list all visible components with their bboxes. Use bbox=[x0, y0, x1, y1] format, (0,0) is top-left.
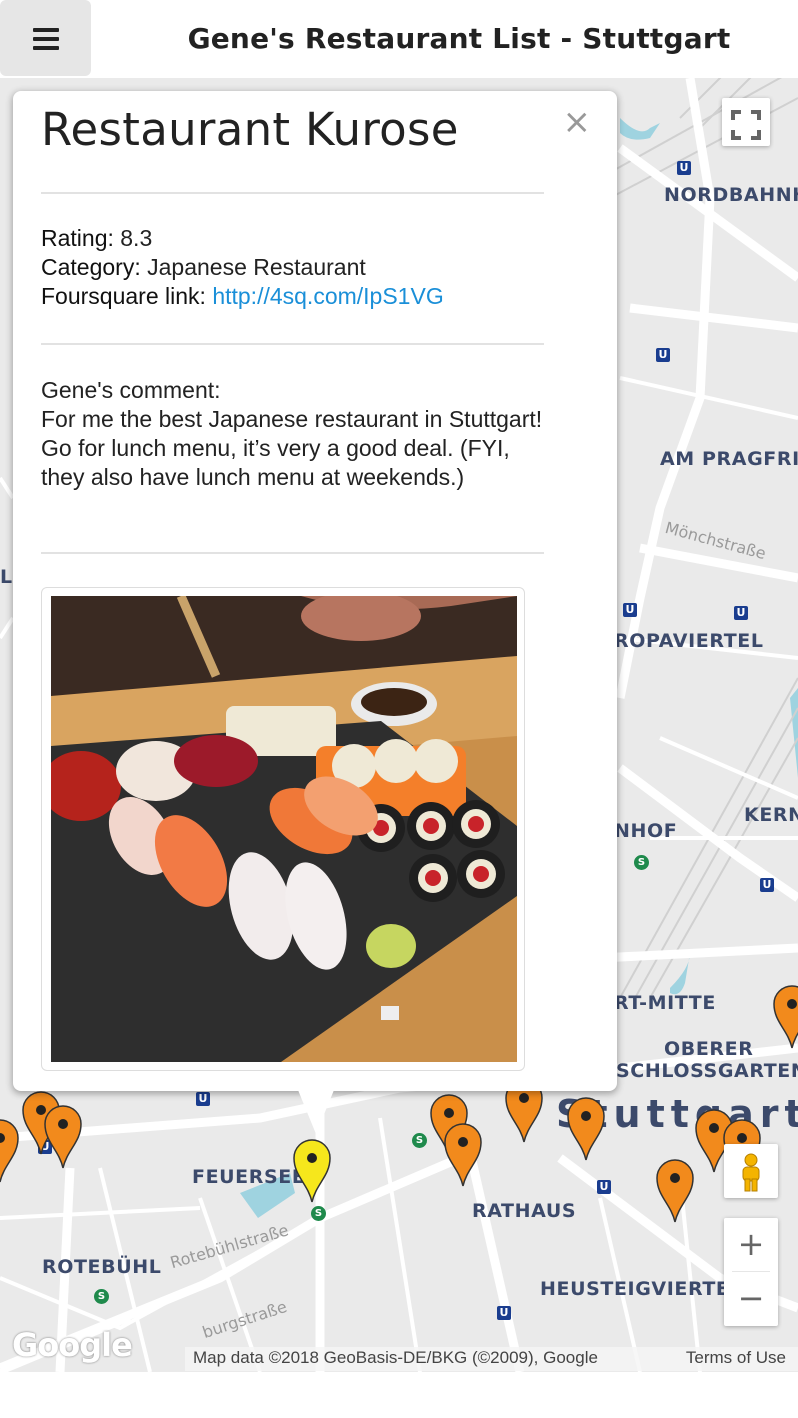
restaurant-marker[interactable] bbox=[443, 1122, 483, 1188]
restaurant-marker[interactable] bbox=[655, 1158, 695, 1224]
foursquare-row: Foursquare link: http://4sq.com/IpS1VG bbox=[41, 282, 551, 311]
ubahn-icon: U bbox=[734, 606, 748, 620]
map-label-nordbahnhof: NORDBAHNH bbox=[664, 184, 798, 206]
map-label-europaviertel: ROPAVIERTEL bbox=[614, 630, 764, 652]
zoom-control: + − bbox=[724, 1218, 778, 1326]
terms-of-use-link[interactable]: Terms of Use bbox=[686, 1347, 786, 1369]
hamburger-icon-bar bbox=[33, 46, 59, 50]
rating-row: Rating: 8.3 bbox=[41, 224, 551, 253]
foursquare-label: Foursquare link: bbox=[41, 283, 206, 309]
restaurant-infowindow: × Restaurant Kurose Rating: 8.3 Category… bbox=[13, 91, 617, 1091]
hamburger-icon-bar bbox=[33, 37, 59, 41]
comment-text: For me the best Japanese restaurant in S… bbox=[41, 406, 543, 490]
map-label-oberer: OBERER bbox=[664, 1038, 754, 1060]
attribution-text: Map data ©2018 GeoBasis-DE/BKG (©2009), … bbox=[193, 1348, 598, 1367]
ubahn-icon: U bbox=[760, 878, 774, 892]
sbahn-icon: S bbox=[412, 1133, 427, 1148]
map-label-kernerviertel: KERN bbox=[744, 804, 798, 826]
ubahn-icon: U bbox=[497, 1306, 511, 1320]
ubahn-icon: U bbox=[656, 348, 670, 362]
app-header: Gene's Restaurant List - Stuttgart bbox=[0, 0, 798, 78]
sbahn-icon: S bbox=[311, 1206, 326, 1221]
google-logo[interactable]: Google bbox=[12, 1326, 133, 1364]
divider bbox=[41, 552, 544, 554]
fullscreen-icon bbox=[731, 109, 761, 140]
page-title: Gene's Restaurant List - Stuttgart bbox=[187, 22, 731, 55]
category-value: Japanese Restaurant bbox=[147, 254, 366, 280]
ubahn-icon: U bbox=[677, 161, 691, 175]
rating-label: Rating: bbox=[41, 225, 114, 251]
divider bbox=[41, 343, 544, 345]
comment-label: Gene's comment: bbox=[41, 377, 221, 403]
rating-value: 8.3 bbox=[120, 225, 153, 251]
restaurant-details: Rating: 8.3 Category: Japanese Restauran… bbox=[41, 224, 551, 311]
sbahn-icon: S bbox=[94, 1289, 109, 1304]
foursquare-link[interactable]: http://4sq.com/IpS1VG bbox=[212, 283, 443, 309]
category-label: Category: bbox=[41, 254, 141, 280]
ubahn-icon: U bbox=[597, 1180, 611, 1194]
ubahn-icon: U bbox=[623, 603, 637, 617]
map-attribution: Map data ©2018 GeoBasis-DE/BKG (©2009), … bbox=[185, 1347, 798, 1371]
close-button[interactable]: × bbox=[557, 101, 598, 143]
map-label-rotebuehl: ROTEBÜHL bbox=[42, 1256, 162, 1278]
ubahn-icon: U bbox=[196, 1092, 210, 1106]
selected-restaurant-marker[interactable] bbox=[292, 1138, 332, 1204]
menu-button[interactable] bbox=[0, 0, 91, 76]
map-label-feuersee: FEUERSEE bbox=[192, 1166, 306, 1188]
map-label-rathaus: RATHAUS bbox=[472, 1200, 577, 1222]
fullscreen-button[interactable] bbox=[722, 98, 770, 146]
hamburger-icon bbox=[33, 28, 59, 32]
divider bbox=[41, 192, 544, 194]
map-label-hauptbahnhof: NHOF bbox=[614, 820, 678, 842]
restaurant-marker[interactable] bbox=[566, 1096, 606, 1162]
category-row: Category: Japanese Restaurant bbox=[41, 253, 551, 282]
pegman-icon bbox=[742, 1153, 760, 1191]
map-label-am-pragfriedhof: AM PRAGFRI bbox=[660, 448, 798, 470]
map-label-schlossgarten: SCHLOSSGARTEN bbox=[616, 1060, 798, 1082]
map-label-heusteigviertel: HEUSTEIGVIERTE bbox=[540, 1278, 730, 1300]
zoom-out-button[interactable]: − bbox=[724, 1272, 778, 1325]
restaurant-marker[interactable] bbox=[43, 1104, 83, 1170]
restaurant-marker[interactable] bbox=[772, 984, 798, 1050]
infowindow-tail bbox=[298, 1090, 334, 1134]
close-icon: × bbox=[562, 102, 592, 142]
restaurant-marker[interactable] bbox=[0, 1118, 20, 1184]
map-label-stuttgart-mitte: RT-MITTE bbox=[614, 992, 716, 1014]
sushi-photo bbox=[51, 596, 517, 1062]
comment-section: Gene's comment: For me the best Japanese… bbox=[41, 376, 551, 492]
pegman-button[interactable] bbox=[724, 1144, 778, 1198]
sushi-photo-image bbox=[51, 596, 517, 1062]
restaurant-title: Restaurant Kurose bbox=[41, 103, 459, 156]
zoom-in-button[interactable]: + bbox=[724, 1218, 778, 1271]
photo-frame bbox=[41, 587, 525, 1071]
sbahn-icon: S bbox=[634, 855, 649, 870]
